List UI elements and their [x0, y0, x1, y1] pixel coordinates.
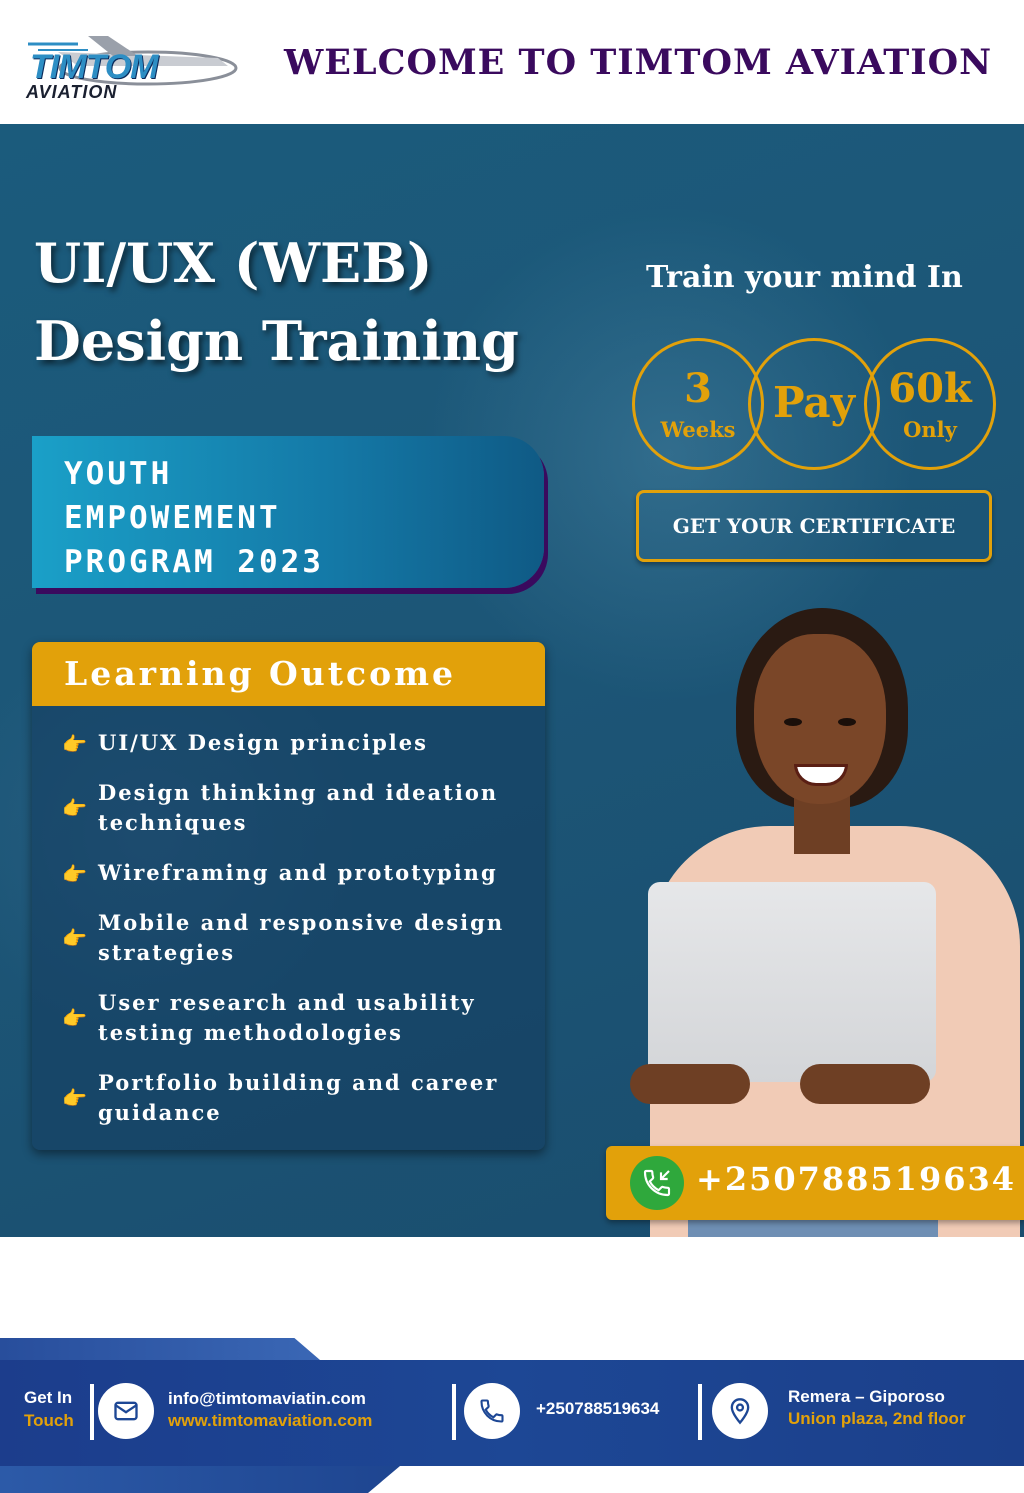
- get-in-text: Get In: [24, 1388, 73, 1407]
- welcome-heading: WELCOME TO TIMTOM AVIATION: [284, 42, 993, 83]
- course-title-line1: UI/UX (WEB): [34, 231, 433, 295]
- laptop: [648, 882, 936, 1082]
- photo-hand: [630, 1064, 750, 1104]
- photo-smile: [794, 764, 848, 786]
- outcome-text: UI/UX Design principles: [98, 730, 428, 755]
- footer-phone[interactable]: +250788519634: [536, 1398, 659, 1420]
- address-line2: Union plaza, 2nd floor: [788, 1409, 966, 1428]
- student-photo: [610, 604, 1024, 1237]
- footer-stripe: [0, 1466, 400, 1493]
- course-title-line2: Design Training: [34, 309, 519, 373]
- photo-face: [754, 634, 886, 804]
- outcome-text: Wireframing and prototyping: [98, 860, 498, 885]
- logo-text-aviation: AVIATION: [26, 82, 118, 102]
- price-badge: 60k Only: [864, 338, 996, 470]
- outcome-text: Portfolio building and career guidance: [98, 1070, 499, 1125]
- touch-text: Touch: [24, 1411, 74, 1430]
- learning-outcome-heading: Learning Outcome: [64, 654, 457, 693]
- photo-hand: [800, 1064, 930, 1104]
- hero-banner: UI/UX (WEB) Design Training Train your m…: [0, 124, 1024, 1237]
- address-line1: Remera – Giporoso: [788, 1387, 945, 1406]
- photo-eye: [838, 718, 856, 726]
- hand-pointer-icon: 👉: [62, 862, 87, 886]
- timtom-logo[interactable]: TIMTOM AVIATION: [18, 22, 238, 104]
- duration-unit: Weeks: [660, 417, 736, 442]
- price-note: Only: [903, 417, 957, 442]
- program-line: YOUTH: [64, 456, 173, 492]
- phone-call-icon[interactable]: [464, 1383, 520, 1439]
- program-line: PROGRAM 2023: [64, 544, 324, 580]
- footer-divider: [698, 1384, 702, 1440]
- get-in-touch-label: Get In Touch: [24, 1386, 74, 1432]
- hand-pointer-icon: 👉: [62, 1086, 87, 1110]
- location-pin-icon[interactable]: [712, 1383, 768, 1439]
- hand-pointer-icon: 👉: [62, 926, 87, 950]
- outcome-text: User research and usability testing meth…: [98, 990, 476, 1045]
- footer-divider: [452, 1384, 456, 1440]
- email-web-block: info@timtomaviatin.com www.timtomaviatio…: [168, 1388, 372, 1432]
- footer: Get In Touch info@timtomaviatin.com www.…: [0, 1338, 1024, 1493]
- phone-number[interactable]: +250788519634: [696, 1160, 1016, 1198]
- hand-pointer-icon: 👉: [62, 1006, 87, 1030]
- email-link[interactable]: info@timtomaviatin.com: [168, 1388, 372, 1410]
- youth-program-banner: YOUTH EMPOWEMENT PROGRAM 2023: [32, 436, 544, 588]
- learning-outcome-header: Learning Outcome: [32, 642, 545, 706]
- outcome-text: Mobile and responsive design strategies: [98, 910, 505, 965]
- pay-badge: Pay: [748, 338, 880, 470]
- price-value: 60k: [888, 365, 972, 412]
- tagline: Train your mind In: [646, 260, 963, 295]
- duration-value: 3: [684, 365, 712, 412]
- phone-call-icon: [630, 1156, 684, 1210]
- outcome-text: Design thinking and ideation techniques: [98, 780, 499, 835]
- mail-icon[interactable]: [98, 1383, 154, 1439]
- pay-label: Pay: [772, 378, 856, 427]
- course-title: UI/UX (WEB) Design Training: [34, 224, 519, 380]
- learning-outcome-panel: Learning Outcome 👉 UI/UX Design principl…: [32, 642, 545, 1150]
- footer-stripe: [0, 1338, 320, 1360]
- hand-pointer-icon: 👉: [62, 732, 87, 756]
- address-block: Remera – Giporoso Union plaza, 2nd floor: [788, 1386, 966, 1430]
- photo-eye: [784, 718, 802, 726]
- duration-badge: 3 Weeks: [632, 338, 764, 470]
- hand-pointer-icon: 👉: [62, 796, 87, 820]
- footer-phone-block: +250788519634: [536, 1398, 659, 1420]
- header: TIMTOM AVIATION WELCOME TO TIMTOM AVIATI…: [0, 0, 1024, 124]
- get-certificate-button[interactable]: GET YOUR CERTIFICATE: [636, 490, 992, 562]
- phone-cta[interactable]: +250788519634: [606, 1146, 1024, 1220]
- footer-divider: [90, 1384, 94, 1440]
- program-line: EMPOWEMENT: [64, 500, 281, 536]
- website-link[interactable]: www.timtomaviation.com: [168, 1410, 372, 1432]
